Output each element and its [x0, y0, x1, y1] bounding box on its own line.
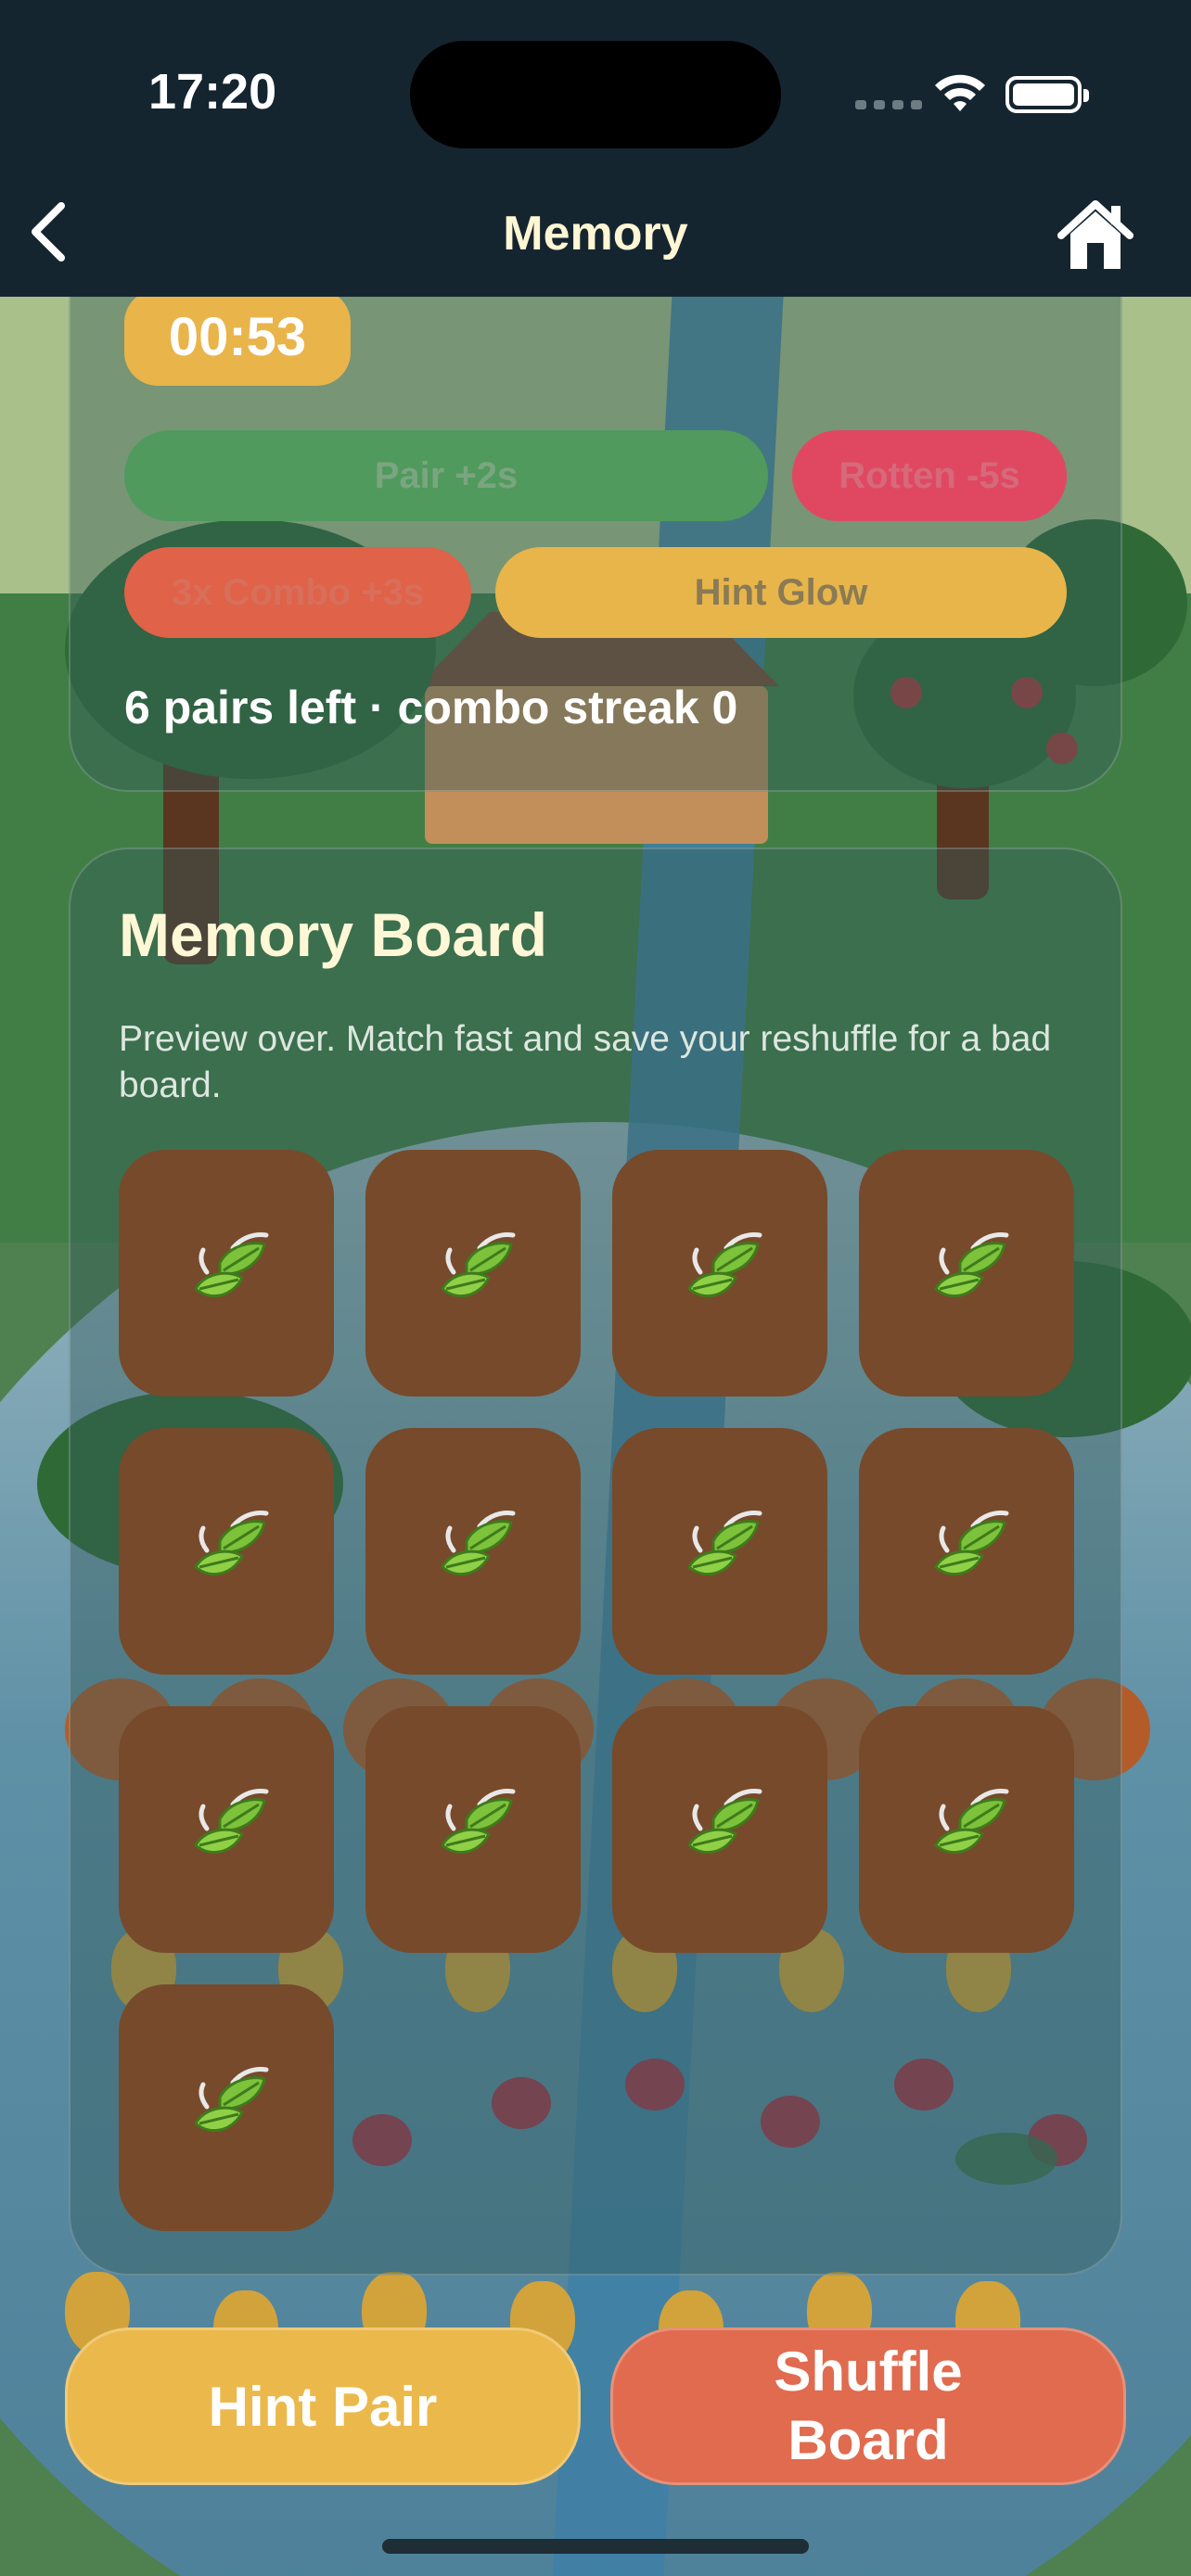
pairs-left-status: 6 pairs left · combo streak 0: [124, 682, 738, 733]
memory-tile-grid: [119, 1150, 1074, 2231]
cellular-icon: [855, 100, 922, 109]
navigation-bar: Memory: [0, 167, 1191, 297]
nav-title: Memory: [503, 207, 688, 261]
status-bar: 17:20: [0, 0, 1191, 167]
memory-tile[interactable]: [119, 1984, 334, 2231]
battery-icon: [1005, 76, 1089, 113]
leaf-card-back-icon: [669, 1498, 771, 1604]
memory-tile[interactable]: [365, 1428, 581, 1675]
home-icon[interactable]: [1054, 195, 1137, 274]
leaf-card-back-icon: [175, 1777, 277, 1882]
rotten-penalty-badge: Rotten -5s: [792, 430, 1067, 521]
leaf-card-back-icon: [669, 1220, 771, 1326]
clock: 17:20: [148, 64, 277, 120]
memory-tile[interactable]: [119, 1150, 334, 1396]
wifi-icon: [935, 74, 985, 111]
board-subtitle: Preview over. Match fast and save your r…: [119, 1019, 1052, 1105]
leaf-card-back-icon: [669, 1777, 771, 1882]
leaf-card-back-icon: [175, 1498, 277, 1604]
memory-tile[interactable]: [612, 1150, 827, 1396]
leaf-card-back-icon: [916, 1777, 1018, 1882]
leaf-card-back-icon: [175, 2055, 277, 2161]
leaf-card-back-icon: [916, 1498, 1018, 1604]
memory-tile[interactable]: [859, 1150, 1074, 1396]
shuffle-board-label: Shuffle Board: [774, 2340, 963, 2471]
memory-tile[interactable]: [119, 1428, 334, 1675]
memory-tile[interactable]: [365, 1150, 581, 1396]
leaf-card-back-icon: [175, 1220, 277, 1326]
leaf-card-back-icon: [916, 1220, 1018, 1326]
home-indicator[interactable]: [382, 2539, 809, 2554]
memory-tile[interactable]: [365, 1706, 581, 1953]
memory-tile[interactable]: [859, 1428, 1074, 1675]
hint-glow-badge: Hint Glow: [495, 547, 1067, 638]
dynamic-island: [410, 41, 781, 148]
leaf-card-back-icon: [422, 1220, 524, 1326]
pair-bonus-badge: Pair +2s: [124, 430, 768, 521]
memory-tile[interactable]: [612, 1428, 827, 1675]
leaf-card-back-icon: [422, 1498, 524, 1604]
hint-pair-button[interactable]: Hint Pair: [65, 2327, 581, 2485]
memory-tile[interactable]: [612, 1706, 827, 1953]
shuffle-board-button[interactable]: Shuffle Board: [610, 2327, 1126, 2485]
leaf-card-back-icon: [422, 1777, 524, 1882]
countdown-timer: 00:53: [124, 289, 351, 386]
memory-tile[interactable]: [119, 1706, 334, 1953]
board-title: Memory Board: [119, 900, 548, 969]
combo-bonus-badge: 3x Combo +3s: [124, 547, 471, 638]
memory-tile[interactable]: [859, 1706, 1074, 1953]
